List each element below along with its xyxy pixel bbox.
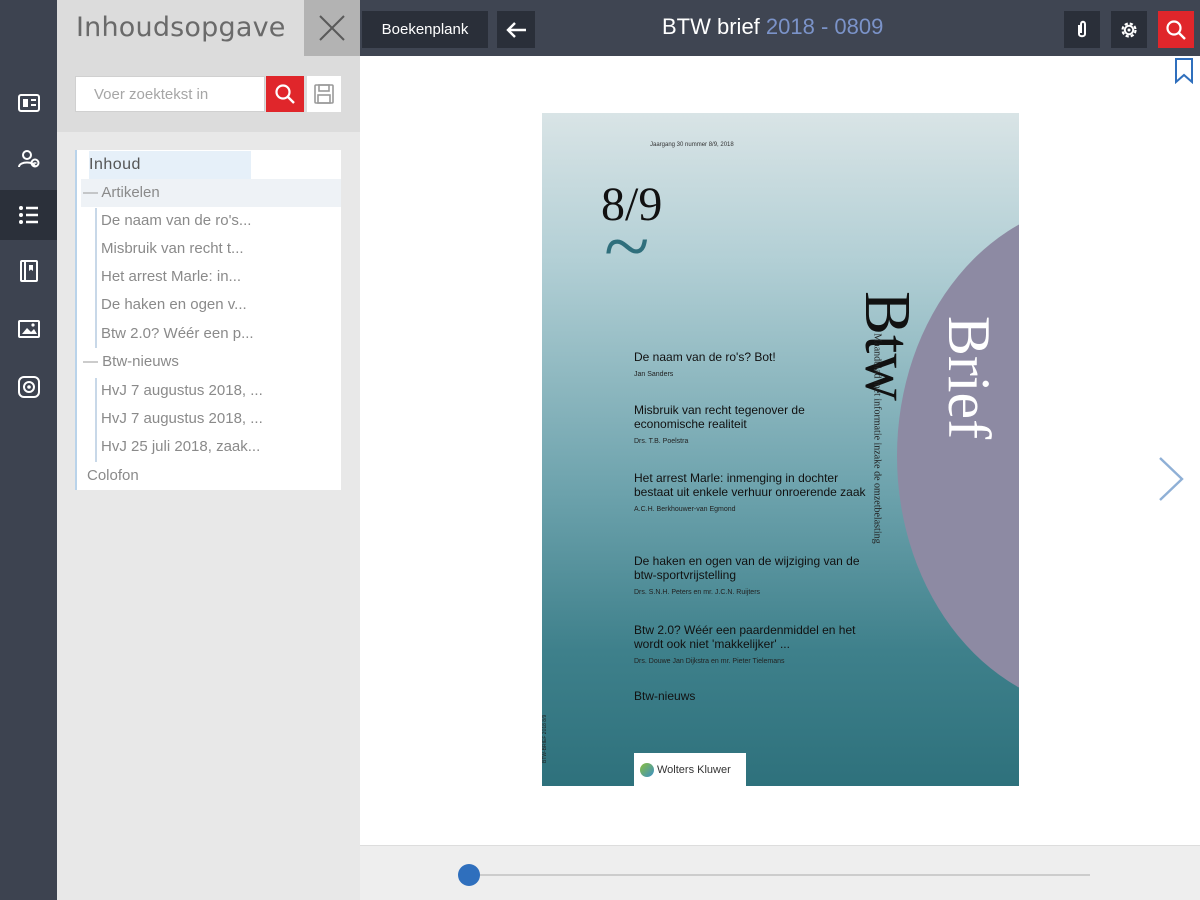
icon-rail: [0, 0, 57, 900]
back-button[interactable]: [497, 11, 535, 48]
article-author: Drs. Douwe Jan Dijkstra en mr. Pieter Ti…: [634, 658, 785, 665]
cover-article: Het arrest Marle: inmenging in dochter b…: [634, 471, 874, 513]
toc-title: Inhoudsopgave: [76, 12, 286, 43]
toc-group-artikelen[interactable]: — Artikelen: [81, 179, 341, 207]
bookmark-button[interactable]: [1173, 58, 1195, 89]
article-title: Btw 2.0? Wéér een paardenmiddel en het w…: [634, 623, 856, 651]
publisher-logo-icon: [640, 762, 654, 777]
article-author: Drs. T.B. Poelstra: [634, 438, 689, 445]
issue-tilde: ~: [604, 200, 650, 293]
toc-group-label: Artikelen: [101, 184, 160, 201]
tree-line: [75, 150, 77, 490]
article-author: Jan Sanders: [634, 371, 674, 378]
cover-article: De naam van de ro's? Bot! Jan Sanders: [634, 350, 874, 378]
toc-item-colofon[interactable]: Colofon: [87, 462, 139, 490]
settings-circle-icon: [17, 376, 40, 398]
bookmark-icon: [1175, 58, 1193, 85]
close-icon: [319, 15, 345, 41]
publisher-name: Wolters Kluwer: [657, 763, 731, 776]
article-title: De haken en ogen van de wijziging van de…: [634, 554, 860, 582]
toc-item-article[interactable]: Btw 2.0? Wéér een p...: [101, 320, 254, 348]
toc-group-label: Btw-nieuws: [102, 353, 179, 370]
bookmarks-button[interactable]: [0, 246, 57, 296]
cover-graphic: [897, 201, 1019, 711]
users-button[interactable]: [0, 134, 57, 184]
toc-item-article[interactable]: Het arrest Marle: in...: [101, 263, 241, 291]
page-slider-handle[interactable]: [458, 864, 480, 886]
issue-line: Jaargang 30 nummer 8/9, 2018: [650, 142, 734, 148]
settings-button[interactable]: [1111, 11, 1147, 48]
toc-item-article[interactable]: De haken en ogen v...: [101, 291, 247, 319]
toc-item-article[interactable]: Misbruik van recht t...: [101, 235, 244, 263]
article-title: Het arrest Marle: inmenging in dochter b…: [634, 471, 866, 499]
toc-item-news[interactable]: HvJ 7 augustus 2018, ...: [101, 377, 263, 405]
toc-button[interactable]: [0, 190, 57, 240]
toc-item-inhoud[interactable]: Inhoud: [89, 151, 251, 179]
toc-item-news[interactable]: HvJ 7 augustus 2018, ...: [101, 405, 263, 433]
search-button[interactable]: [266, 76, 304, 112]
next-page-button[interactable]: [1156, 455, 1186, 508]
collapse-icon: —: [83, 353, 103, 370]
toc-item-article[interactable]: De naam van de ro's...: [101, 207, 251, 235]
masthead-btw: Btw: [851, 290, 925, 402]
page-slider-track[interactable]: [468, 874, 1090, 876]
article-title: De naam van de ro's? Bot!: [634, 350, 776, 364]
chevron-right-icon: [1159, 457, 1184, 501]
gear-icon: [1121, 21, 1137, 38]
cover-article: Btw 2.0? Wéér een paardenmiddel en het w…: [634, 623, 874, 665]
toc-tree: Inhoud — Artikelen De naam van de ro's..…: [75, 150, 341, 490]
top-bar: Boekenplank BTW brief 2018 - 0809: [360, 0, 1200, 56]
toc-header: Inhoudsopgave: [57, 0, 360, 132]
arrow-left-icon: [506, 21, 526, 38]
save-search-button[interactable]: [307, 76, 341, 112]
paperclip-icon: [1078, 20, 1086, 37]
page-navigation-bar: [360, 845, 1200, 900]
image-icon: [17, 320, 40, 338]
toc-item-news[interactable]: HvJ 25 juli 2018, zaak...: [101, 433, 260, 461]
toc-list-icon: [18, 206, 38, 224]
cover-article: De haken en ogen van de wijziging van de…: [634, 554, 874, 596]
masthead-brief: Brief: [936, 315, 1003, 440]
cover-article: Misbruik van recht tegenover de economis…: [634, 403, 874, 445]
toc-group-btw-nieuws[interactable]: — Btw-nieuws: [81, 348, 341, 376]
overview-icon: [17, 94, 40, 112]
article-author: Drs. S.N.H. Peters en mr. J.C.N. Ruijter…: [634, 589, 761, 596]
document-name: BTW brief: [662, 14, 760, 39]
settings-rail-button[interactable]: [0, 362, 57, 412]
document-edition: 2018 - 0809: [765, 14, 884, 39]
article-author: A.C.H. Berkhouwer-van Egmond: [634, 506, 736, 513]
document-title: BTW brief 2018 - 0809: [662, 14, 883, 40]
search-icon: [1166, 19, 1186, 40]
search-document-button[interactable]: [1158, 11, 1194, 48]
bookshelf-button[interactable]: Boekenplank: [362, 11, 488, 48]
search-input[interactable]: [75, 76, 265, 112]
tree-line: [95, 208, 97, 348]
images-button[interactable]: [0, 304, 57, 354]
cover-news: Btw-nieuws: [634, 689, 696, 703]
article-title: Misbruik van recht tegenover de economis…: [634, 403, 805, 431]
close-toc-button[interactable]: [304, 0, 360, 56]
attachment-button[interactable]: [1064, 11, 1100, 48]
toc-panel: Inhoudsopgave Inhoud — Artikelen De naam…: [57, 0, 360, 900]
search-icon: [275, 84, 295, 104]
publisher-logo: Wolters Kluwer: [634, 753, 746, 786]
users-icon: [17, 150, 39, 168]
book-icon: [19, 260, 38, 282]
page-cover: Jaargang 30 nummer 8/9, 2018 8/9 ~ Btw B…: [542, 113, 1019, 786]
tree-line: [95, 378, 97, 462]
collapse-icon: —: [83, 184, 102, 201]
save-icon: [314, 84, 334, 104]
overview-button[interactable]: [0, 78, 57, 128]
spine-text: BTW-BRIEF 2018 8/9: [542, 714, 548, 763]
